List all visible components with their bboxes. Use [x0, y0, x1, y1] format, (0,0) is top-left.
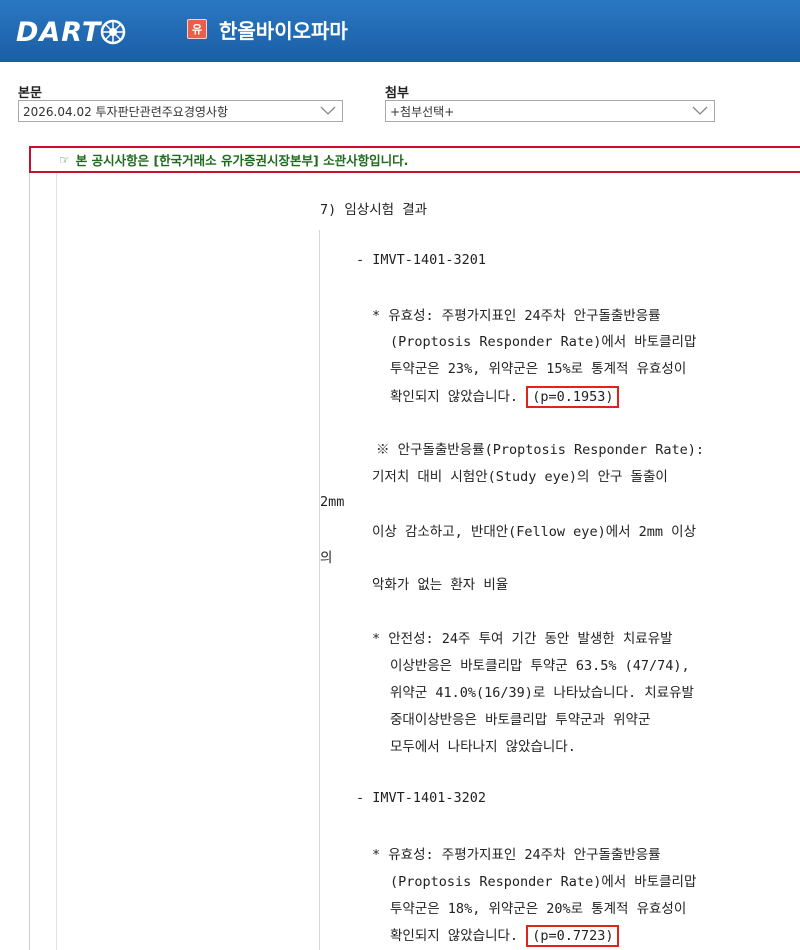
definition-note: 기저치 대비 시험안(Study eye)의 안구 돌출이: [372, 469, 668, 485]
definition-note: 이상 감소하고, 반대안(Fellow eye)에서 2mm 이상: [372, 524, 697, 540]
app-header: DART 유 한올바이오파마: [0, 0, 800, 62]
efficacy-text: (Proptosis Responder Rate)에서 바토클리맙: [390, 874, 697, 890]
efficacy-text-end: 확인되지 않았습니다.: [390, 389, 519, 405]
efficacy-text: 확인되지 않았습니다. (p=0.1953): [390, 385, 620, 408]
efficacy-text: 투약군은 23%, 위약군은 15%로 통계적 유효성이: [390, 361, 687, 377]
safety-text: 중대이상반응은 바토클리맙 투약군과 위약군: [390, 712, 651, 728]
attach-select-value: +첨부선택+: [390, 104, 455, 119]
efficacy-text: 투약군은 18%, 위약군은 20%로 통계적 유효성이: [390, 901, 687, 917]
body-selector-group: 본문 2026.04.02 투자판단관련주요경영사항: [18, 82, 343, 122]
definition-note: ※ 안구돌출반응률(Proptosis Responder Rate):: [376, 442, 705, 458]
efficacy-text: 확인되지 않았습니다. (p=0.7723): [390, 924, 620, 947]
definition-note-wrap: 2mm: [320, 494, 345, 510]
chevron-down-icon: [320, 106, 336, 115]
notice-text: 본 공시사항은 [한국거래소 유가증권시장본부] 소관사항입니다.: [75, 153, 409, 168]
logo-text: DART: [16, 16, 102, 48]
body-report-select[interactable]: 2026.04.02 투자판단관련주요경영사항: [18, 100, 343, 122]
trial-name: - IMVT-1401-3201: [356, 252, 487, 268]
section-title: 7) 임상시험 결과: [320, 202, 428, 218]
efficacy-text: (Proptosis Responder Rate)에서 바토클리맙: [390, 334, 697, 350]
market-badge: 유: [187, 19, 207, 39]
dart-logo[interactable]: DART: [16, 16, 127, 48]
jurisdiction-notice: ☞ 본 공시사항은 [한국거래소 유가증권시장본부] 소관사항입니다.: [29, 146, 800, 173]
trial-name: - IMVT-1401-3202: [356, 790, 487, 806]
safety-text: 이상반응은 바토클리맙 투약군 63.5% (47/74),: [390, 658, 690, 674]
attach-selector-label: 첨부: [385, 86, 409, 101]
table-column-divider: [56, 173, 57, 950]
definition-note-wrap: 의: [320, 550, 333, 566]
body-selector-label: 본문: [18, 86, 42, 101]
p-value-highlight: (p=0.7723): [526, 925, 620, 947]
efficacy-text: * 유효성: 주평가지표인 24주차 안구돌출반응률: [372, 308, 661, 324]
body-select-value: 2026.04.02 투자판단관련주요경영사항: [23, 104, 229, 119]
safety-text: 위약군 41.0%(16/39)로 나타났습니다. 치료유발: [390, 685, 694, 701]
chevron-down-icon: [692, 106, 708, 115]
safety-text: * 안전성: 24주 투여 기간 동안 발생한 치료유발: [372, 631, 673, 647]
attachment-select[interactable]: +첨부선택+: [385, 100, 715, 122]
company-title: 유 한올바이오파마: [187, 12, 348, 46]
p-value-highlight: (p=0.1953): [526, 386, 620, 408]
frame-border: [29, 173, 30, 950]
efficacy-text: * 유효성: 주평가지표인 24주차 안구돌출반응률: [372, 847, 661, 863]
safety-text: 모두에서 나타나지 않았습니다.: [390, 739, 576, 755]
hand-pointer-icon: ☞: [59, 152, 70, 167]
logo-wheel-icon: [101, 19, 126, 45]
definition-note: 악화가 없는 환자 비율: [372, 577, 509, 593]
efficacy-text-end: 확인되지 않았습니다.: [390, 928, 519, 944]
table-column-divider: [319, 230, 320, 950]
company-name: 한올바이오파마: [219, 18, 348, 43]
attach-selector-group: 첨부 +첨부선택+: [385, 82, 715, 122]
